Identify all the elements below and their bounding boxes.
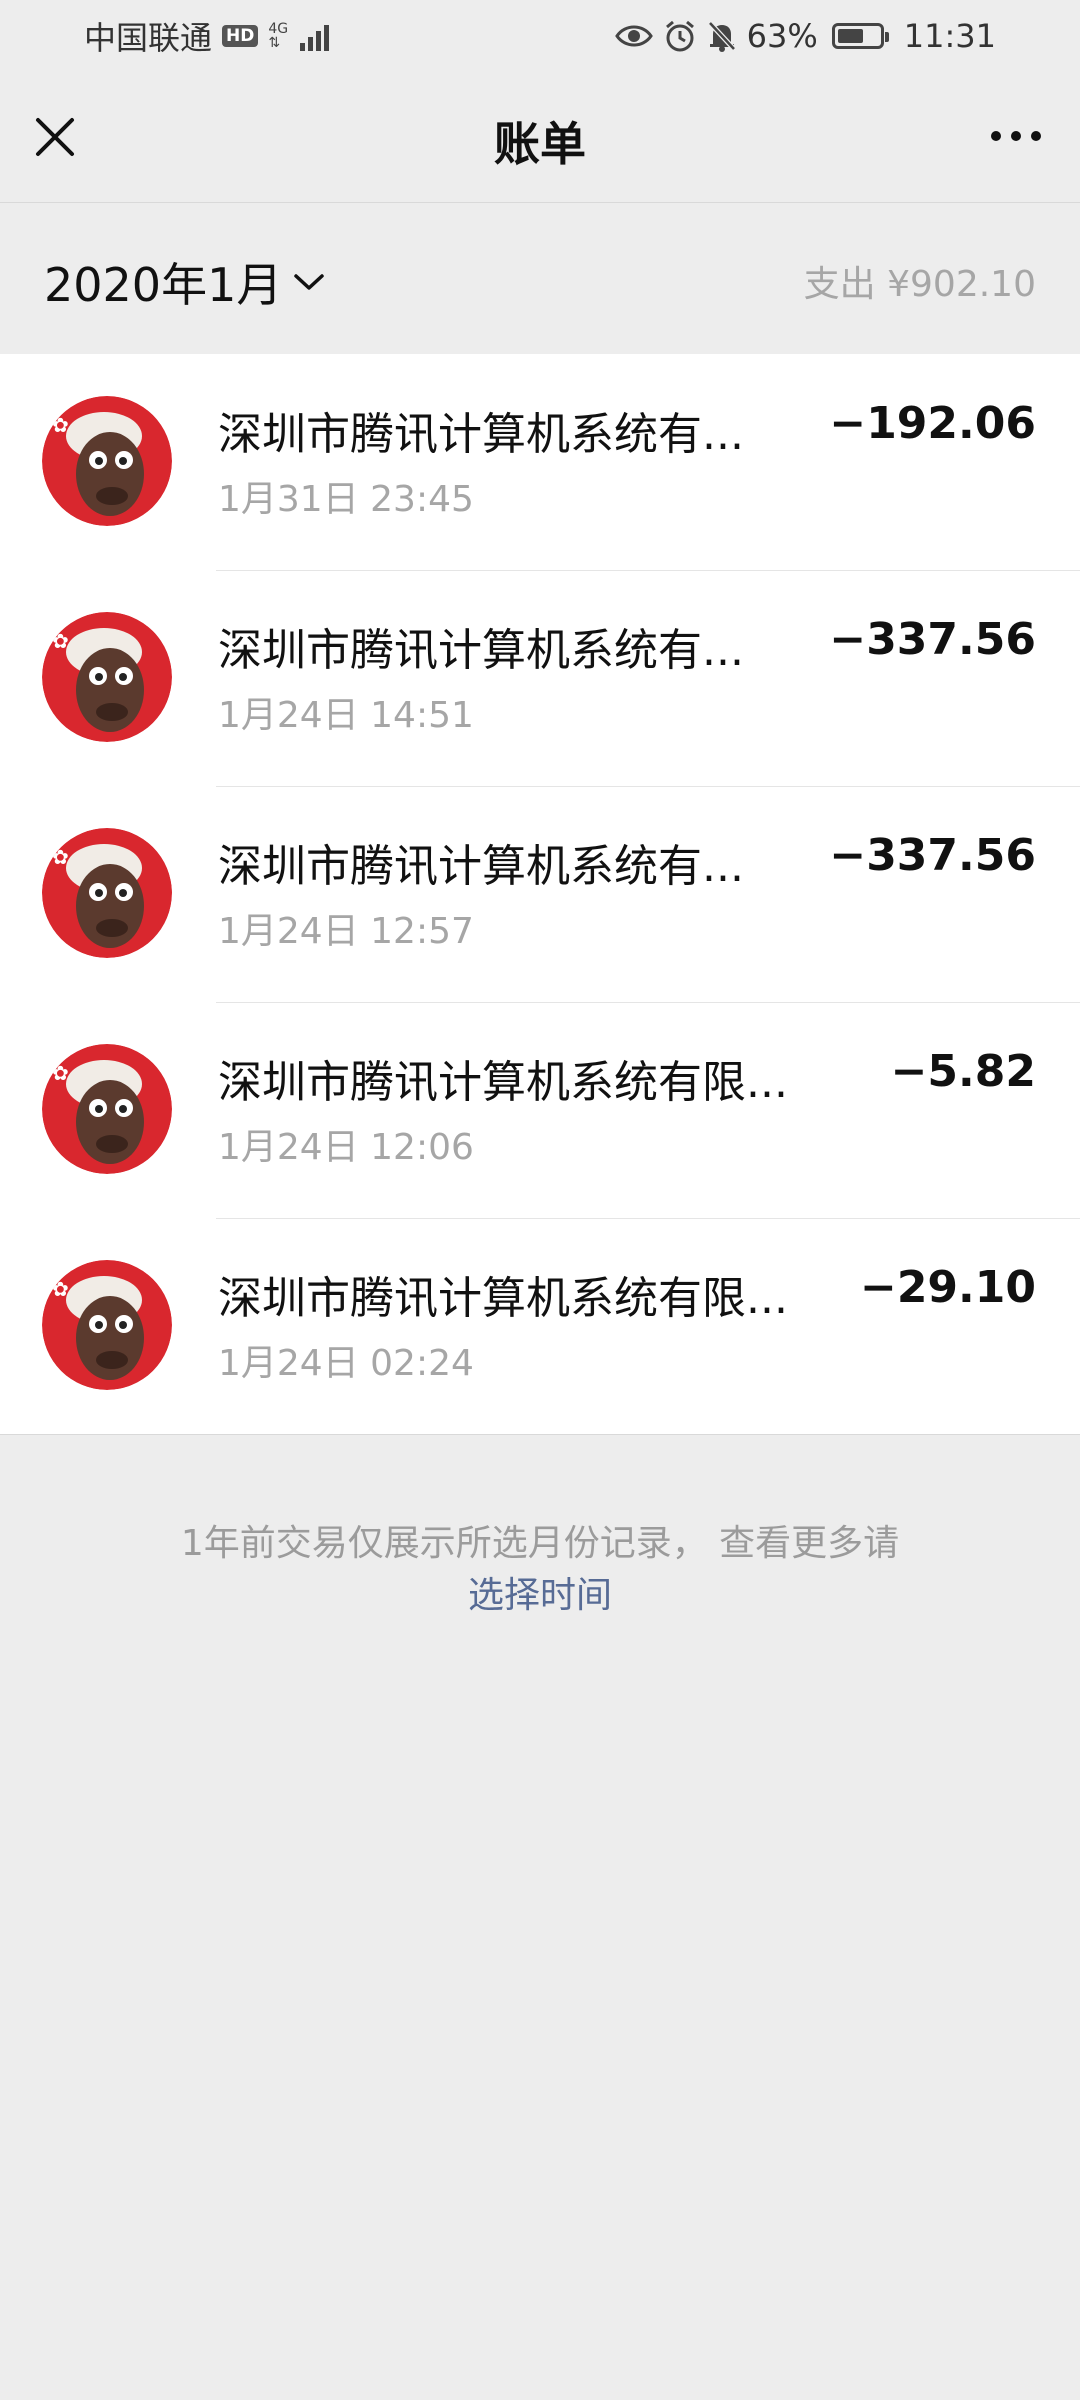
merchant-avatar: ✿ [42, 1260, 172, 1390]
transaction-time: 1月24日 14:51 [218, 695, 474, 736]
transaction-amount: −337.56 [829, 614, 1036, 665]
transaction-title: 深圳市腾讯计算机系统有限... [218, 1057, 788, 1108]
alarm-icon [665, 20, 694, 52]
month-label: 2020年1月 [44, 258, 283, 312]
filter-bar: 2020年1月 支出 ¥902.10 [0, 203, 1080, 353]
transaction-row[interactable]: ✿ 深圳市腾讯计算机系统有限... 1月24日 12:06 −5.82 [0, 1002, 1080, 1218]
svg-text:✿: ✿ [52, 845, 69, 869]
signal-icon [300, 21, 330, 51]
more-icon[interactable] [986, 116, 1046, 156]
transaction-amount: −192.06 [829, 398, 1036, 449]
transaction-time: 1月31日 23:45 [218, 479, 474, 520]
footer-note: 1年前交易仅展示所选月份记录， 查看更多请 选择时间 [0, 1518, 1080, 1622]
transaction-time: 1月24日 02:24 [218, 1343, 474, 1384]
transaction-amount: −29.10 [859, 1262, 1036, 1313]
transaction-row[interactable]: ✿ 深圳市腾讯计算机系统有限... 1月24日 02:24 −29.10 [0, 1218, 1080, 1434]
chevron-down-icon [294, 274, 325, 290]
transaction-title: 深圳市腾讯计算机系统有... [218, 409, 744, 460]
merchant-avatar: ✿ [42, 1044, 172, 1174]
nav-bar: 账单 [0, 72, 1080, 203]
merchant-avatar: ✿ [42, 828, 172, 958]
carrier-label: 中国联通 [84, 19, 213, 57]
svg-text:✿: ✿ [52, 1277, 69, 1301]
transaction-row[interactable]: ✿ 深圳市腾讯计算机系统有... 1月24日 12:57 −337.56 [0, 786, 1080, 1002]
merchant-avatar: ✿ [42, 612, 172, 742]
page-title: 账单 [494, 117, 586, 171]
battery-percent: 63% [746, 17, 818, 55]
select-time-link[interactable]: 选择时间 [468, 1570, 612, 1622]
expense-summary: 支出 ¥902.10 [803, 264, 1036, 305]
transaction-title: 深圳市腾讯计算机系统有... [218, 625, 744, 676]
status-left: 中国联通 HD 4G ⇅ [84, 13, 330, 59]
svg-text:✿: ✿ [52, 413, 69, 437]
hd-badge: HD [222, 25, 259, 47]
transaction-time: 1月24日 12:57 [218, 911, 474, 952]
transaction-amount: −337.56 [829, 830, 1036, 881]
svg-text:✿: ✿ [52, 629, 69, 653]
mute-bell-icon [707, 21, 736, 52]
status-bar: 中国联通 HD 4G ⇅ 63% 11:31 [0, 0, 1080, 72]
eye-icon [614, 25, 653, 47]
transaction-row[interactable]: ✿ 深圳市腾讯计算机系统有... 1月24日 14:51 −337.56 [0, 570, 1080, 786]
transaction-title: 深圳市腾讯计算机系统有限... [218, 1273, 788, 1324]
footer-text: 1年前交易仅展示所选月份记录， 查看更多请 [180, 1523, 900, 1564]
transaction-amount: −5.82 [890, 1046, 1036, 1097]
status-right: 63% 11:31 [614, 17, 996, 55]
transaction-time: 1月24日 12:06 [218, 1127, 474, 1168]
transaction-list: ✿ 深圳市腾讯计算机系统有... 1月31日 23:45 −192.06 ✿ 深… [0, 354, 1080, 1435]
transaction-title: 深圳市腾讯计算机系统有... [218, 841, 744, 892]
month-picker[interactable]: 2020年1月 [44, 249, 326, 315]
clock: 11:31 [903, 17, 996, 55]
merchant-avatar: ✿ [42, 396, 172, 526]
network-type: 4G ⇅ [268, 21, 289, 51]
battery-icon [831, 23, 889, 49]
svg-text:✿: ✿ [52, 1061, 69, 1085]
transaction-row[interactable]: ✿ 深圳市腾讯计算机系统有... 1月31日 23:45 −192.06 [0, 354, 1080, 570]
